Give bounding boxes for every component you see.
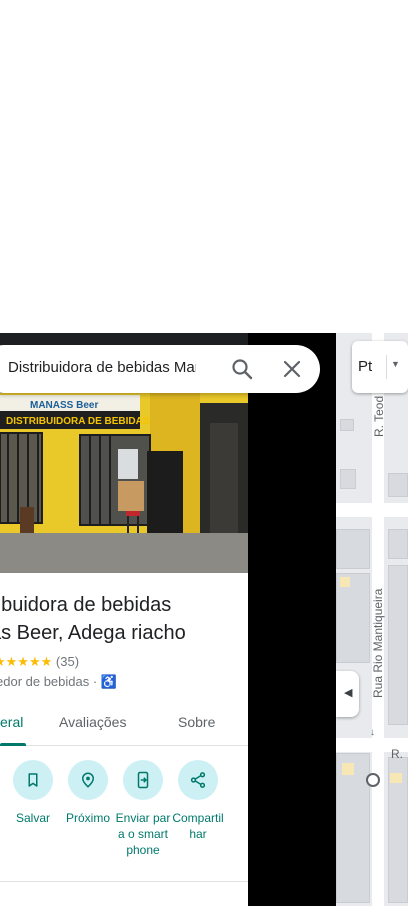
sign-text: DISTRIBUIDORA DE BEBIDAS (6, 416, 150, 427)
category-row: edor de bebidas · ♿ (0, 674, 117, 690)
place-title-line-2: as Beer, Adega riacho (0, 622, 186, 644)
wheelchair-accessible-icon: ♿ (100, 674, 117, 689)
street-label: R. Teod (372, 395, 386, 437)
place-panel: ribuidora de bebidas as Beer, Adega riac… (0, 573, 248, 906)
search-input[interactable]: Distribuidora de bebidas Mana (8, 359, 196, 376)
place-photo[interactable]: MANASS Beer DISTRIBUIDORA DE BEBIDAS (0, 393, 248, 573)
nearby-label: Próximo (65, 811, 110, 825)
screen: R. Teod Rua Rio Mantiqueira R. ↓ Pt ▼ ◀ (0, 0, 408, 906)
nearby-icon (81, 772, 95, 788)
save-button[interactable]: Salvar (5, 760, 61, 826)
active-tab-indicator (0, 743, 26, 746)
street-label: Rua Rio Mantiqueira (371, 588, 385, 698)
sign-text: MANASS Beer (30, 400, 98, 411)
transit-stop-icon[interactable] (366, 773, 380, 787)
map-block (340, 469, 356, 489)
place-category: edor de bebidas · (0, 674, 98, 689)
rating-count: (35) (55, 654, 80, 669)
section-divider (0, 881, 248, 882)
save-button-circle[interactable] (13, 760, 53, 800)
send-to-phone-button-circle[interactable] (123, 760, 163, 800)
send-to-phone-icon (137, 771, 149, 789)
bookmark-icon (28, 773, 38, 787)
tab-overview[interactable]: eral (0, 714, 23, 730)
map-road (336, 503, 408, 517)
map-layers-button[interactable]: Pt ▼ (352, 341, 408, 393)
storefront-photo: MANASS Beer DISTRIBUIDORA DE BEBIDAS (0, 393, 248, 573)
collapse-panel-button[interactable]: ◀ (336, 671, 359, 717)
send-to-phone-button[interactable]: Enviar para o smartphone (115, 760, 171, 858)
map-block (336, 529, 370, 569)
map-block (388, 473, 408, 497)
arrow-down-icon: ↓ (370, 727, 375, 738)
place-title-line-1: ribuidora de bebidas (0, 594, 172, 616)
map-building-yellow (390, 773, 402, 783)
map-block (388, 529, 408, 559)
map-block (340, 419, 354, 431)
tab-about[interactable]: Sobre (178, 714, 215, 730)
map-building-yellow (342, 763, 354, 775)
save-label: Salvar (15, 811, 50, 825)
caret-down-icon[interactable]: ▼ (391, 359, 400, 369)
search-box[interactable]: Distribuidora de bebidas Mana (0, 345, 320, 393)
chevron-left-icon: ◀ (344, 687, 353, 699)
action-buttons: Salvar Próximo Enviar para o smartphone … (0, 760, 248, 880)
share-button[interactable]: Compartilhar (170, 760, 226, 842)
map-block (336, 753, 370, 903)
share-icon (190, 772, 206, 788)
map-building-yellow (340, 577, 350, 587)
map-view[interactable]: R. Teod Rua Rio Mantiqueira R. ↓ Pt ▼ ◀ (336, 333, 408, 906)
layer-button-label: Pt (358, 358, 373, 375)
send-to-phone-label: Enviar para o smartphone (115, 811, 171, 857)
share-button-circle[interactable] (178, 760, 218, 800)
map-block (388, 565, 408, 725)
nearby-button[interactable]: Próximo (60, 760, 116, 826)
rating-row[interactable]: ★★★★★ (35) (0, 654, 79, 670)
panel-shadow-band (248, 333, 336, 906)
share-label: Compartilhar (172, 811, 224, 841)
nearby-button-circle[interactable] (68, 760, 108, 800)
place-tabs: eral Avaliações Sobre (0, 701, 248, 746)
search-icon[interactable] (230, 357, 254, 381)
close-icon[interactable] (280, 357, 304, 381)
divider (386, 355, 387, 379)
street-label: R. (391, 747, 403, 761)
star-rating-icon: ★★★★★ (0, 654, 53, 669)
place-title: ribuidora de bebidas as Beer, Adega riac… (0, 591, 248, 647)
tab-reviews[interactable]: Avaliações (59, 714, 126, 730)
